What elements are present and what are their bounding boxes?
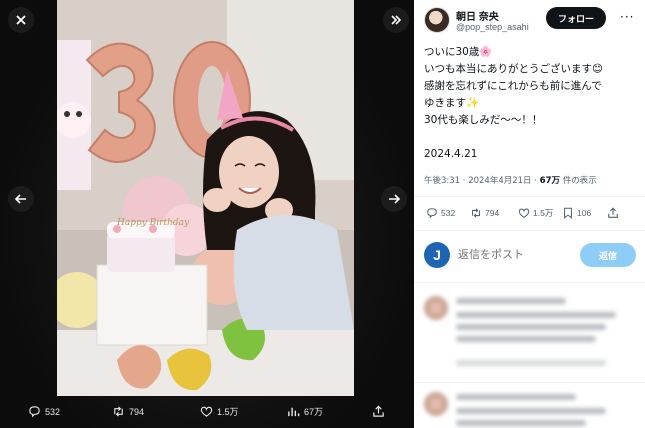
- photo[interactable]: Happy Birthday 30: [57, 0, 354, 396]
- bookmark-count: 106: [577, 208, 592, 218]
- like-count: 1.5万: [533, 208, 554, 218]
- reply-count: 532: [441, 208, 456, 218]
- double-chevron-right-icon: [391, 15, 402, 25]
- post-line: 感謝を忘れずにこれからも前に進んで: [424, 80, 602, 92]
- current-user-avatar: J: [424, 242, 450, 268]
- post-line: ゆきます✨: [424, 97, 480, 109]
- reply-icon: [427, 208, 437, 219]
- photo-illustration: Happy Birthday 30: [57, 0, 354, 396]
- heart-icon: [518, 208, 530, 218]
- author-handle[interactable]: @pop_step_asahi: [456, 22, 529, 32]
- blurred-text: [456, 336, 596, 342]
- post-text: ついに30歳🌸 いつも本当にありがとうございます😊 感謝を忘れずにこれからも前に…: [424, 44, 639, 163]
- reply-input[interactable]: [458, 246, 578, 264]
- author-name[interactable]: 朝日 奈央: [456, 8, 499, 23]
- arrow-right-icon: [389, 194, 401, 204]
- share-button[interactable]: [607, 207, 619, 219]
- more-options-icon[interactable]: ···: [620, 10, 634, 24]
- post-line: いつも本当にありがとうございます😊: [424, 63, 603, 75]
- close-icon: [16, 15, 26, 25]
- blurred-text: [456, 360, 606, 366]
- retweet-icon: [472, 208, 480, 218]
- reply-icon: [29, 406, 40, 418]
- reply-submit-button[interactable]: 返信: [580, 243, 636, 267]
- post-date-text: 2024.4.21: [424, 148, 478, 160]
- like-button[interactable]: 1.5万: [518, 207, 553, 219]
- viewer-retweet-button[interactable]: 794: [112, 405, 144, 418]
- retweet-button[interactable]: 794: [470, 207, 499, 219]
- post-line: 30代も楽しみだ〜〜！！: [424, 114, 543, 126]
- reply-item[interactable]: [414, 388, 645, 428]
- arrow-left-icon: [14, 194, 26, 204]
- retweet-count: 794: [485, 208, 500, 218]
- media-viewer: Happy Birthday 30 532 794 1.5万 67万: [0, 0, 414, 428]
- share-icon: [608, 207, 618, 218]
- post-line: ついに30歳🌸: [424, 46, 493, 58]
- viewer-retweet-count: 794: [129, 406, 145, 417]
- blurred-text: [456, 420, 586, 426]
- viewer-reply-button[interactable]: 532: [28, 405, 60, 418]
- blurred-text: [456, 408, 606, 414]
- blurred-text: [456, 312, 616, 318]
- viewer-share-button[interactable]: [372, 405, 385, 418]
- reply-avatar: [424, 296, 448, 320]
- divider: [414, 230, 645, 231]
- reply-item[interactable]: [414, 290, 645, 386]
- viewer-engagement-bar: 532 794 1.5万 67万: [0, 398, 414, 428]
- divider: [414, 282, 645, 283]
- heart-icon: [200, 406, 213, 417]
- post-actions: 532 794 1.5万 106: [414, 200, 645, 226]
- divider: [414, 196, 645, 197]
- post-timestamp[interactable]: 午後3:31 · 2024年4月21日 ·: [424, 176, 540, 186]
- cake-topper: Happy Birthday: [116, 218, 190, 228]
- post-detail-panel: 朝日 奈央 @pop_step_asahi フォロー ··· ついに30歳🌸 い…: [414, 0, 645, 428]
- next-image-button[interactable]: [381, 186, 407, 212]
- reply-button[interactable]: 532: [426, 207, 455, 219]
- analytics-icon: [288, 407, 300, 417]
- divider: [414, 382, 645, 383]
- bookmark-button[interactable]: 106: [562, 207, 591, 219]
- previous-image-button[interactable]: [8, 186, 34, 212]
- blurred-text: [456, 394, 576, 400]
- bookmark-icon: [564, 207, 572, 219]
- retweet-icon: [114, 406, 123, 417]
- blurred-text: [456, 298, 566, 304]
- viewer-like-button[interactable]: 1.5万: [200, 405, 239, 418]
- blurred-text: [456, 324, 606, 330]
- author-avatar[interactable]: [424, 7, 450, 33]
- post-view-suffix: 件の表示: [560, 176, 597, 186]
- close-button[interactable]: [8, 7, 34, 33]
- viewer-like-count: 1.5万: [217, 407, 239, 417]
- viewer-reply-count: 532: [45, 406, 61, 417]
- share-icon: [373, 405, 384, 417]
- post-view-count: 67万: [539, 176, 560, 186]
- post-meta: 午後3:31 · 2024年4月21日 · 67万 件の表示: [424, 174, 597, 186]
- reply-avatar: [424, 392, 448, 416]
- viewer-views-button[interactable]: 67万: [287, 405, 323, 418]
- toggle-panel-button[interactable]: [383, 7, 409, 33]
- viewer-view-count: 67万: [304, 407, 324, 417]
- follow-button[interactable]: フォロー: [546, 7, 606, 29]
